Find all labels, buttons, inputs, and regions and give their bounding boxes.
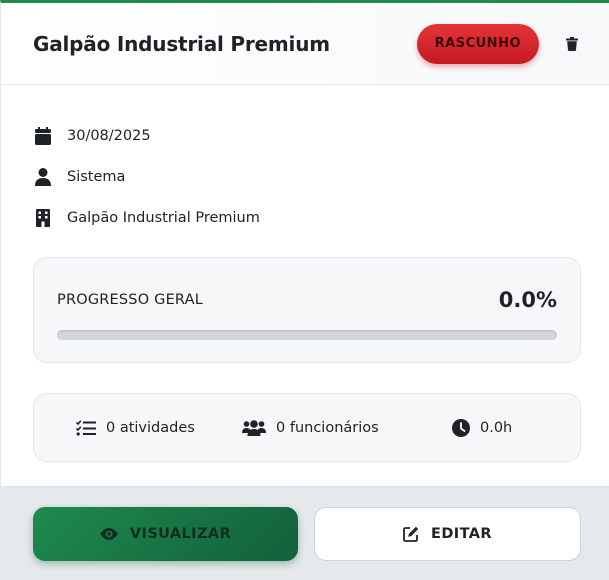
date-text: 30/08/2025: [67, 127, 151, 144]
stat-employees: 0 funcionários: [242, 420, 452, 436]
user-row: Sistema: [33, 156, 609, 197]
edit-button-label: EDITAR: [431, 525, 492, 542]
stats-panel: 0 atividades 0 funcionários 0.0h: [33, 393, 581, 462]
users-icon: [242, 419, 266, 436]
progress-bar: [57, 330, 557, 340]
view-button-label: VISUALIZAR: [129, 525, 232, 542]
activities-text: 0 atividades: [106, 419, 195, 436]
site-text: Galpão Industrial Premium: [67, 209, 260, 226]
employees-text: 0 funcionários: [276, 419, 379, 436]
view-button[interactable]: VISUALIZAR: [33, 506, 298, 561]
card-title: Galpão Industrial Premium: [33, 31, 330, 56]
report-card: Galpão Industrial Premium RASCUNHO 30/08…: [0, 0, 609, 580]
card-header: Galpão Industrial Premium RASCUNHO: [1, 3, 609, 85]
progress-value: 0.0%: [498, 288, 557, 312]
trash-icon: [566, 36, 578, 51]
building-icon: [33, 208, 53, 228]
info-section: 30/08/2025 Sistema Galpão Industrial Pre…: [1, 85, 609, 238]
clock-icon: [452, 418, 470, 437]
stat-hours: 0.0h: [452, 418, 513, 437]
card-footer: VISUALIZAR EDITAR: [1, 486, 609, 580]
stat-activities: 0 atividades: [76, 420, 242, 436]
calendar-icon: [33, 126, 53, 146]
site-row: Galpão Industrial Premium: [33, 197, 609, 238]
status-badge: RASCUNHO: [416, 23, 539, 64]
tasks-list-icon: [76, 419, 96, 436]
edit-icon: [403, 526, 419, 542]
eye-icon: [99, 527, 118, 540]
date-row: 30/08/2025: [33, 115, 609, 156]
hours-text: 0.0h: [480, 419, 513, 436]
user-text: Sistema: [67, 168, 126, 185]
edit-button[interactable]: EDITAR: [314, 506, 581, 561]
user-icon: [33, 167, 53, 187]
progress-label: PROGRESSO GERAL: [57, 292, 204, 308]
delete-button[interactable]: [563, 35, 581, 53]
progress-panel: PROGRESSO GERAL 0.0%: [33, 257, 581, 363]
